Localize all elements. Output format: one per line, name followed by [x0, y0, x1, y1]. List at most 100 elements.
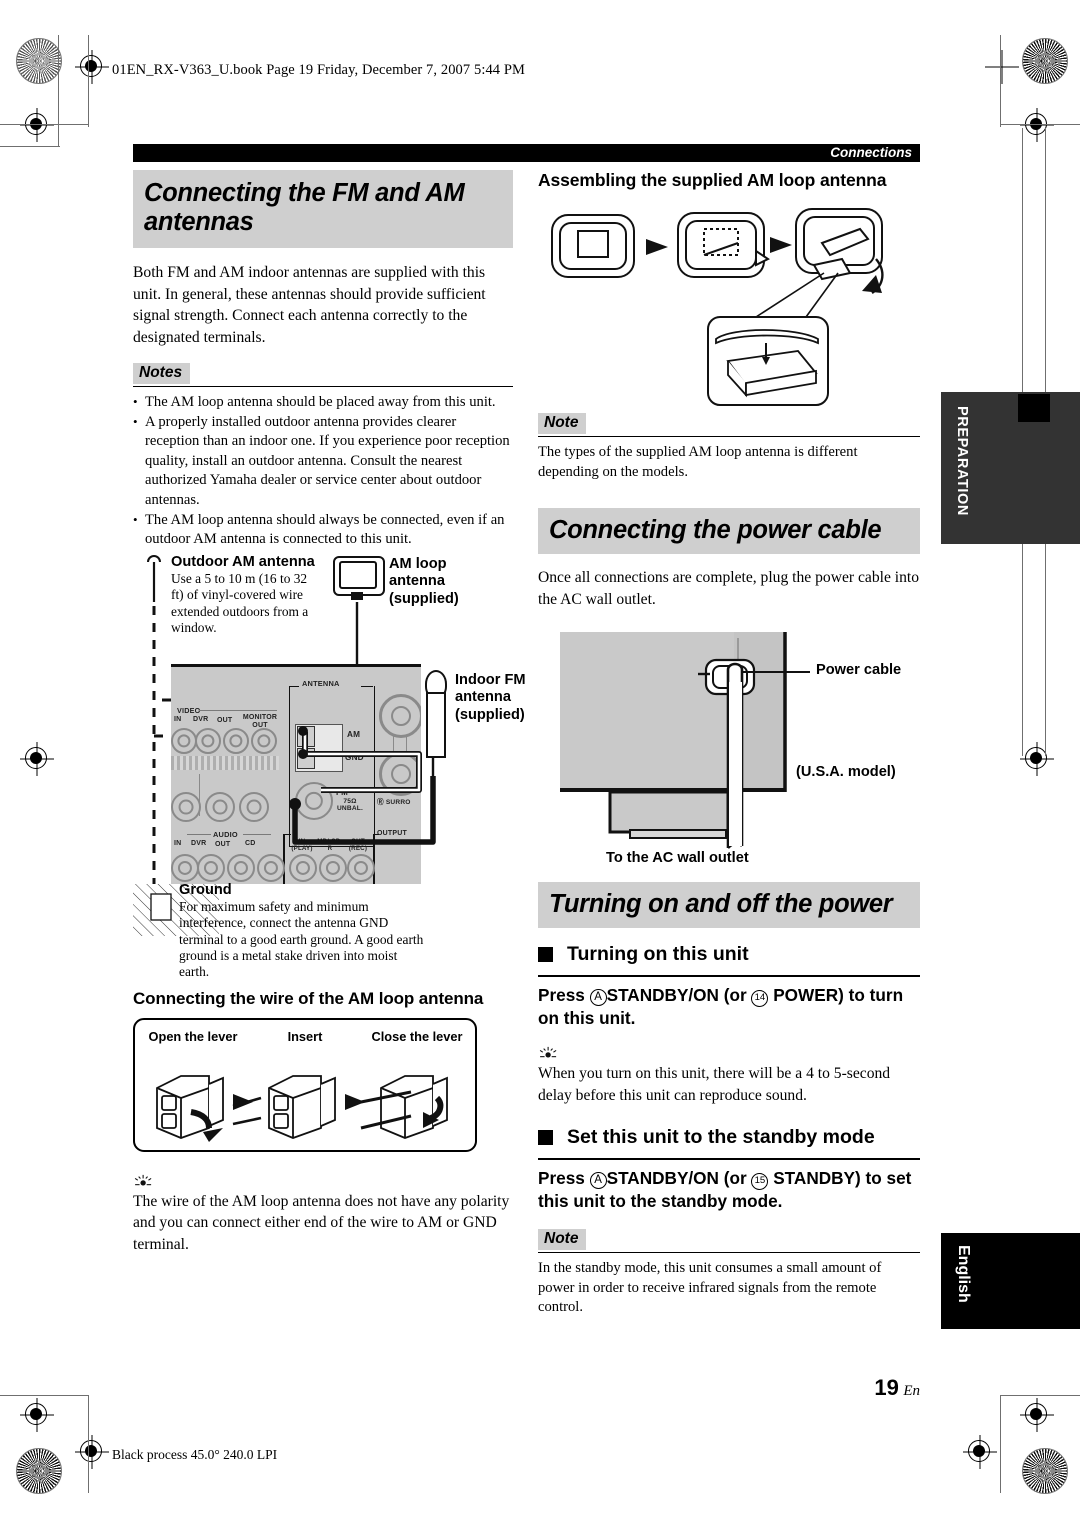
print-file-header: 01EN_RX-V363_U.book Page 19 Friday, Dece…: [112, 62, 526, 78]
figure-lever-steps: Open the lever Insert Close the lever: [133, 1017, 477, 1152]
trim-line-top-h2: [0, 146, 60, 147]
running-head-bar: Connections: [133, 144, 920, 162]
registration-target-bottom-left: [16, 1448, 62, 1494]
registration-mark-right-upper: [1020, 108, 1054, 142]
power-cable-text: Once all connections are complete, plug …: [538, 569, 920, 608]
label-monitor-out: MONITOR OUT: [242, 713, 278, 729]
antennas-intro: Both FM and AM indoor antennas are suppl…: [133, 264, 486, 346]
page-number: 19 En: [874, 1375, 920, 1401]
subheading-turning-on: Turning on this unit: [538, 943, 920, 966]
tip-bulb-icon: [539, 1047, 557, 1058]
ac-outlet-label: To the AC wall outlet: [606, 850, 749, 867]
section-heading-power-cable: Connecting the power cable: [538, 508, 920, 555]
registration-target-bottom-right: [1022, 1448, 1068, 1494]
label-audio-in: IN: [174, 839, 182, 847]
badge-a-icon: A: [589, 989, 607, 1007]
note1-text-wrap: The types of the supplied AM loop antenn…: [538, 436, 920, 482]
registration-mark-top: [75, 50, 109, 84]
outdoor-am-antenna-title: Outdoor AM antenna: [171, 553, 315, 570]
trim-line-bot-v: [88, 1395, 89, 1493]
trim-line-top-v2: [88, 35, 89, 127]
registration-mark-right-lower: [1020, 1398, 1054, 1432]
section-heading-turning-power-label: Turning on and off the power: [549, 890, 893, 919]
label-audio-cd: CD: [245, 839, 256, 847]
wire-tip-block: The wire of the AM loop antenna does not…: [133, 1174, 513, 1256]
label-md-in: IN (PLAY): [291, 837, 313, 852]
trim-line-top-h: [0, 124, 88, 125]
label-gnd: GND: [345, 752, 364, 762]
instr-standby-on: STANDBY/ON: [606, 1168, 719, 1189]
square-bullet-icon: [538, 947, 553, 963]
indoor-fm-antenna-title: Indoor FM antenna (supplied): [455, 671, 526, 723]
wire-tip-text: The wire of the AM loop antenna does not…: [133, 1192, 510, 1253]
section-heading-turning-power: Turning on and off the power: [538, 882, 920, 929]
instr-pre: Press: [538, 985, 590, 1006]
trim-line-bot-r-h: [1000, 1395, 1080, 1396]
label-video-out: OUT: [217, 716, 233, 724]
note1-text: The types of the supplied AM loop antenn…: [538, 444, 858, 480]
badge-14-icon: 14: [751, 990, 769, 1008]
note2-text-wrap: In the standby mode, this unit consumes …: [538, 1252, 920, 1318]
label-md-cdr: MD/ CD-R: [317, 837, 343, 852]
right-column: Assembling the supplied AM loop antenna: [538, 170, 920, 1318]
running-head-label: Connections: [830, 145, 912, 160]
label-fm: FM: [336, 787, 348, 797]
ground-title: Ground: [179, 881, 232, 898]
registration-mark-bottom: [75, 1435, 109, 1469]
left-column: Connecting the FM and AM antennas Both F…: [133, 170, 526, 1256]
subheading-standby-mode-label: Set this unit to the standby mode: [567, 1126, 875, 1149]
registration-target-top-right: [1022, 38, 1068, 84]
label-am: AM: [347, 729, 361, 739]
list-item: The AM loop antenna should always be con…: [133, 510, 513, 550]
print-process-note: Black process 45.0° 240.0 LPI: [112, 1447, 278, 1462]
note2-text: In the standby mode, this unit consumes …: [538, 1260, 882, 1316]
ground-text: For maximum safety and minimum interfere…: [179, 899, 424, 980]
page-number-lang: En: [903, 1383, 920, 1399]
subheading-turning-on-label: Turning on this unit: [567, 943, 749, 966]
turn-on-tip-text: When you turn on this unit, there will b…: [538, 1065, 891, 1104]
fm-coax-jack: [295, 781, 333, 820]
label-video: VIDEO: [177, 705, 201, 715]
notes-list: The AM loop antenna should be placed awa…: [133, 392, 513, 550]
outdoor-am-antenna-text: Use a 5 to 10 m (16 to 32 ft) of vinyl-c…: [171, 571, 309, 635]
page-number-value: 19: [874, 1375, 899, 1400]
thumb-tab-marker: [1018, 394, 1050, 422]
figure-antenna-connection: Outdoor AM antenna Use a 5 to 10 m (16 t…: [133, 553, 526, 979]
label-video-dvr: DVR: [193, 715, 209, 723]
tip-bulb-icon: [134, 1174, 152, 1186]
note1-label: Note: [538, 413, 587, 434]
turn-on-tip-block: When you turn on this unit, there will b…: [538, 1046, 920, 1106]
label-output: OUTPUT: [377, 829, 407, 837]
list-item: The AM loop antenna should be placed awa…: [133, 392, 513, 413]
label-audio-dvr: DVR: [191, 839, 207, 847]
square-bullet-icon: [538, 1130, 553, 1146]
instr-pre: Press: [538, 1168, 590, 1189]
standby-instruction: Press A STANDBY/ON (or 15 STANDBY) to set…: [538, 1167, 920, 1213]
instr-mid: (or: [718, 1168, 752, 1189]
rear-panel-artwork: ANTENNA AM GND FM 75Ω UNBAL. VIDEO IN DV…: [171, 663, 421, 884]
registration-mark-left-lower: [20, 1398, 54, 1432]
power-cable-label: Power cable: [816, 662, 902, 679]
subheading-standby-mode: Set this unit to the standby mode: [538, 1126, 920, 1149]
label-antenna: ANTENNA: [302, 678, 340, 688]
note2-label: Note: [538, 1229, 587, 1251]
thumb-tab-preparation-label: PREPARATION: [954, 406, 970, 516]
registration-mark-left-mid: [20, 742, 54, 776]
badge-a-icon: A: [589, 1172, 607, 1190]
thumb-tab-preparation: PREPARATION: [941, 392, 1080, 544]
list-item: A properly installed outdoor antenna pro…: [133, 412, 513, 511]
usa-model-label: (U.S.A. model): [796, 764, 896, 781]
registration-mark-bottom-right: [963, 1435, 997, 1469]
standby-instruction-block: Press A STANDBY/ON (or 15 STANDBY) to set…: [538, 1158, 920, 1213]
trim-line-bot-r-v: [1000, 1395, 1001, 1493]
section-heading-antennas: Connecting the FM and AM antennas: [133, 170, 513, 248]
trim-line-top-r-h: [1000, 124, 1080, 125]
instr-mid: (or: [718, 985, 752, 1006]
turn-on-instruction-block: Press A STANDBY/ON (or 14 POWER) to turn …: [538, 975, 920, 1030]
thumb-tab-english: English: [941, 1233, 1080, 1329]
note1-block: Note The types of the supplied AM loop a…: [538, 413, 920, 482]
am-loop-antenna-icon: [333, 555, 385, 600]
instr-standby: STANDBY: [773, 1168, 856, 1189]
registration-mark-top-right: [985, 50, 1019, 84]
registration-mark-right-mid: [1020, 742, 1054, 776]
